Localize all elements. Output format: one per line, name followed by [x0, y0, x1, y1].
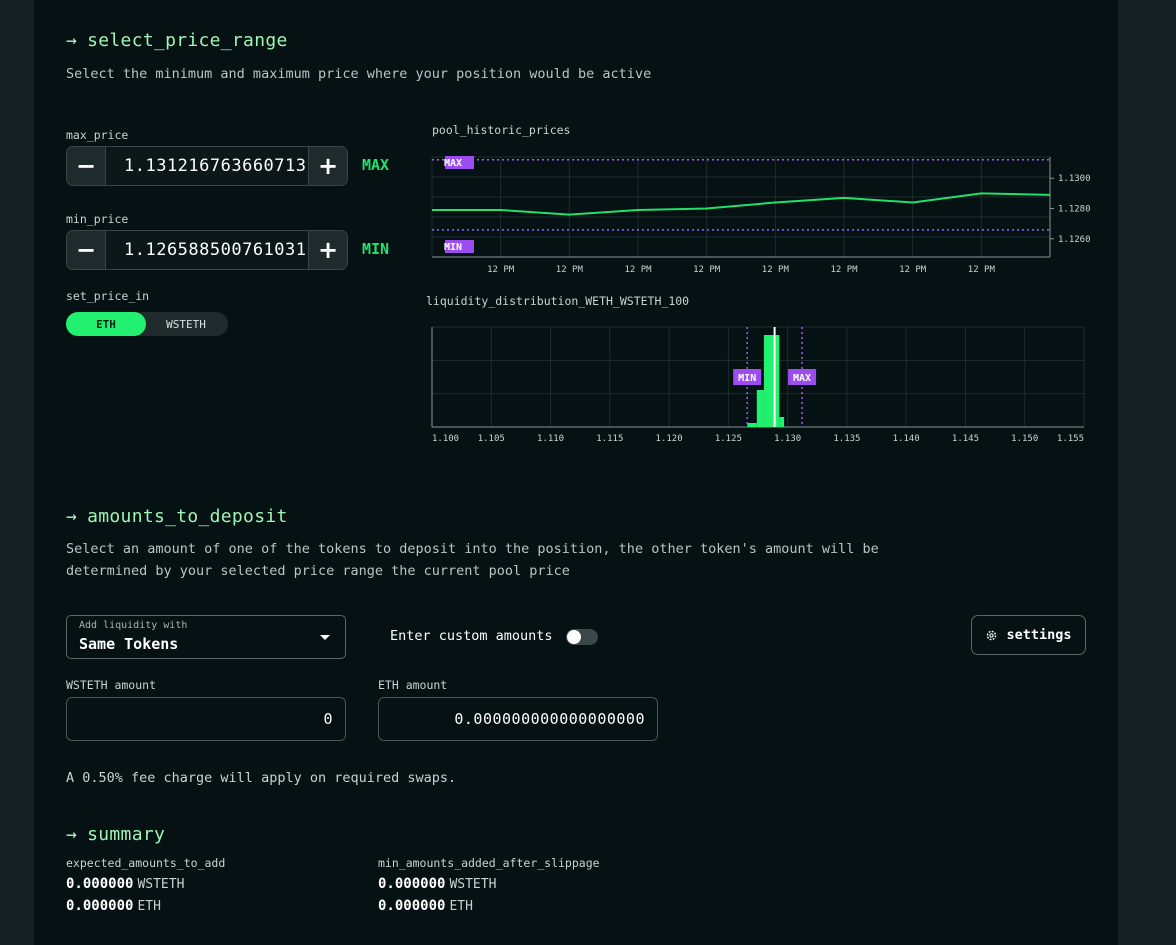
historic-price-chart: MAX MIN 1.12601.12801.1300 12 PM 12 PM 12 … — [431, 156, 1091, 275]
arrow-right-icon: → — [66, 506, 78, 527]
x-tick-label: 1.150 — [1011, 434, 1038, 444]
x-tick-label: 1.135 — [833, 434, 860, 444]
liquidity-distribution-chart: MIN MAX 1.100 1.105 1.110 1.115 1.120 1.125 1.… — [431, 326, 1085, 444]
wsteth-amount-input[interactable]: 0 — [66, 697, 346, 741]
min-price-decrement-button[interactable]: − — [67, 231, 105, 269]
historic-y-ticks: 1.1260 1.1280 1.1300 — [1050, 174, 1091, 245]
liquidity-min-marker: MIN — [738, 373, 756, 384]
max-price-increment-button[interactable]: + — [309, 147, 347, 185]
historic-chart-grid — [431, 156, 1051, 258]
max-price-stepper: − 1.131216763660713 + — [66, 146, 348, 186]
settings-label: settings — [1006, 627, 1072, 643]
eth-amount-input[interactable]: 0.000000000000000000 — [378, 697, 658, 741]
x-tick-label: 12 PM — [693, 265, 721, 275]
min-price-stepper: − 1.126588500761031 + — [66, 230, 348, 270]
liquidity-bar — [763, 335, 780, 427]
x-tick-label: 1.145 — [952, 434, 979, 444]
x-tick-label: 1.100 — [432, 434, 459, 444]
y-tick-label: 1.1280 — [1058, 205, 1091, 215]
wsteth-amount-label: WSTETH amount — [66, 678, 157, 692]
x-tick-label: 12 PM — [556, 265, 584, 275]
arrow-right-icon: → — [66, 30, 78, 51]
x-tick-label: 1.115 — [596, 434, 623, 444]
liquidity-bar — [756, 390, 764, 427]
arrow-right-icon: → — [66, 824, 78, 845]
min-price-label: min_price — [66, 212, 129, 226]
min-amounts-label: min_amounts_added_after_slippage — [378, 856, 600, 870]
x-tick-label: 12 PM — [830, 265, 858, 275]
toggle-option-eth[interactable]: ETH — [66, 312, 146, 336]
deposit-heading: → amounts_to_deposit — [66, 506, 288, 527]
chevron-down-icon — [320, 635, 330, 640]
x-tick-label: 12 PM — [624, 265, 652, 275]
x-tick-label: 1.155 — [1057, 434, 1084, 444]
switch-knob — [567, 630, 581, 644]
y-tick-label: 1.1300 — [1058, 174, 1091, 184]
fee-note: A 0.50% fee charge will apply on require… — [66, 770, 457, 786]
eth-amount-label: ETH amount — [378, 678, 448, 692]
liquidity-x-ticks: 1.100 1.105 1.110 1.115 1.120 1.125 1.130 1.135… — [432, 434, 1084, 444]
min-amount-wsteth: 0.000000 WSTETH — [378, 876, 497, 892]
x-tick-label: 1.130 — [774, 434, 801, 444]
expected-amount-eth: 0.000000 ETH — [66, 898, 161, 914]
min-amount-eth: 0.000000 ETH — [378, 898, 473, 914]
summary-heading: → summary — [66, 824, 166, 845]
set-price-in-label: set_price_in — [66, 289, 150, 303]
x-tick-label: 12 PM — [487, 265, 515, 275]
price-range-heading: → select_price_range — [66, 30, 288, 51]
gear-icon — [987, 630, 997, 640]
min-price-input[interactable]: 1.126588500761031 — [105, 231, 309, 269]
price-token-toggle: ETH WSTETH — [66, 312, 228, 336]
x-tick-label: 1.120 — [656, 434, 683, 444]
historic-max-marker: MAX — [444, 158, 462, 169]
add-liquidity-select-label: Add liquidity with — [79, 620, 188, 631]
x-tick-label: 1.140 — [893, 434, 920, 444]
min-price-increment-button[interactable]: + — [309, 231, 347, 269]
add-liquidity-select-value: Same Tokens — [79, 635, 179, 653]
expected-amounts-label: expected_amounts_to_add — [66, 856, 226, 870]
liquidity-max-marker: MAX — [793, 373, 811, 384]
liquidity-bar — [779, 417, 785, 427]
x-tick-label: 12 PM — [762, 265, 790, 275]
toggle-option-wsteth[interactable]: WSTETH — [146, 312, 226, 336]
deposit-description: Select an amount of one of the tokens to… — [66, 541, 879, 579]
settings-button[interactable]: settings — [971, 615, 1086, 655]
x-tick-label: 1.105 — [478, 434, 505, 444]
historic-chart-title: pool_historic_prices — [432, 123, 571, 137]
x-tick-label: 1.110 — [537, 434, 564, 444]
custom-amounts-switch[interactable] — [566, 629, 598, 645]
historic-x-ticks: 12 PM 12 PM 12 PM 12 PM 12 PM 12 PM 12 PM 12 PM — [487, 265, 995, 275]
liquidity-chart-title: liquidity_distribution_WETH_WSTETH_100 — [426, 294, 690, 308]
x-tick-label: 12 PM — [899, 265, 927, 275]
historic-min-marker: MIN — [444, 242, 462, 253]
x-tick-label: 12 PM — [968, 265, 996, 275]
min-tag: MIN — [362, 240, 390, 258]
custom-amounts-label: Enter custom amounts — [390, 628, 553, 644]
max-price-label: max_price — [66, 128, 129, 142]
y-tick-label: 1.1260 — [1058, 235, 1091, 245]
max-tag: MAX — [362, 156, 390, 174]
liquidity-bar — [747, 423, 757, 427]
max-price-input[interactable]: 1.131216763660713 — [105, 147, 309, 185]
price-range-description: Select the minimum and maximum price whe… — [66, 66, 652, 82]
add-liquidity-select[interactable]: Add liquidity with Same Tokens — [66, 615, 346, 659]
max-price-decrement-button[interactable]: − — [67, 147, 105, 185]
x-tick-label: 1.125 — [715, 434, 742, 444]
expected-amount-wsteth: 0.000000 WSTETH — [66, 876, 185, 892]
